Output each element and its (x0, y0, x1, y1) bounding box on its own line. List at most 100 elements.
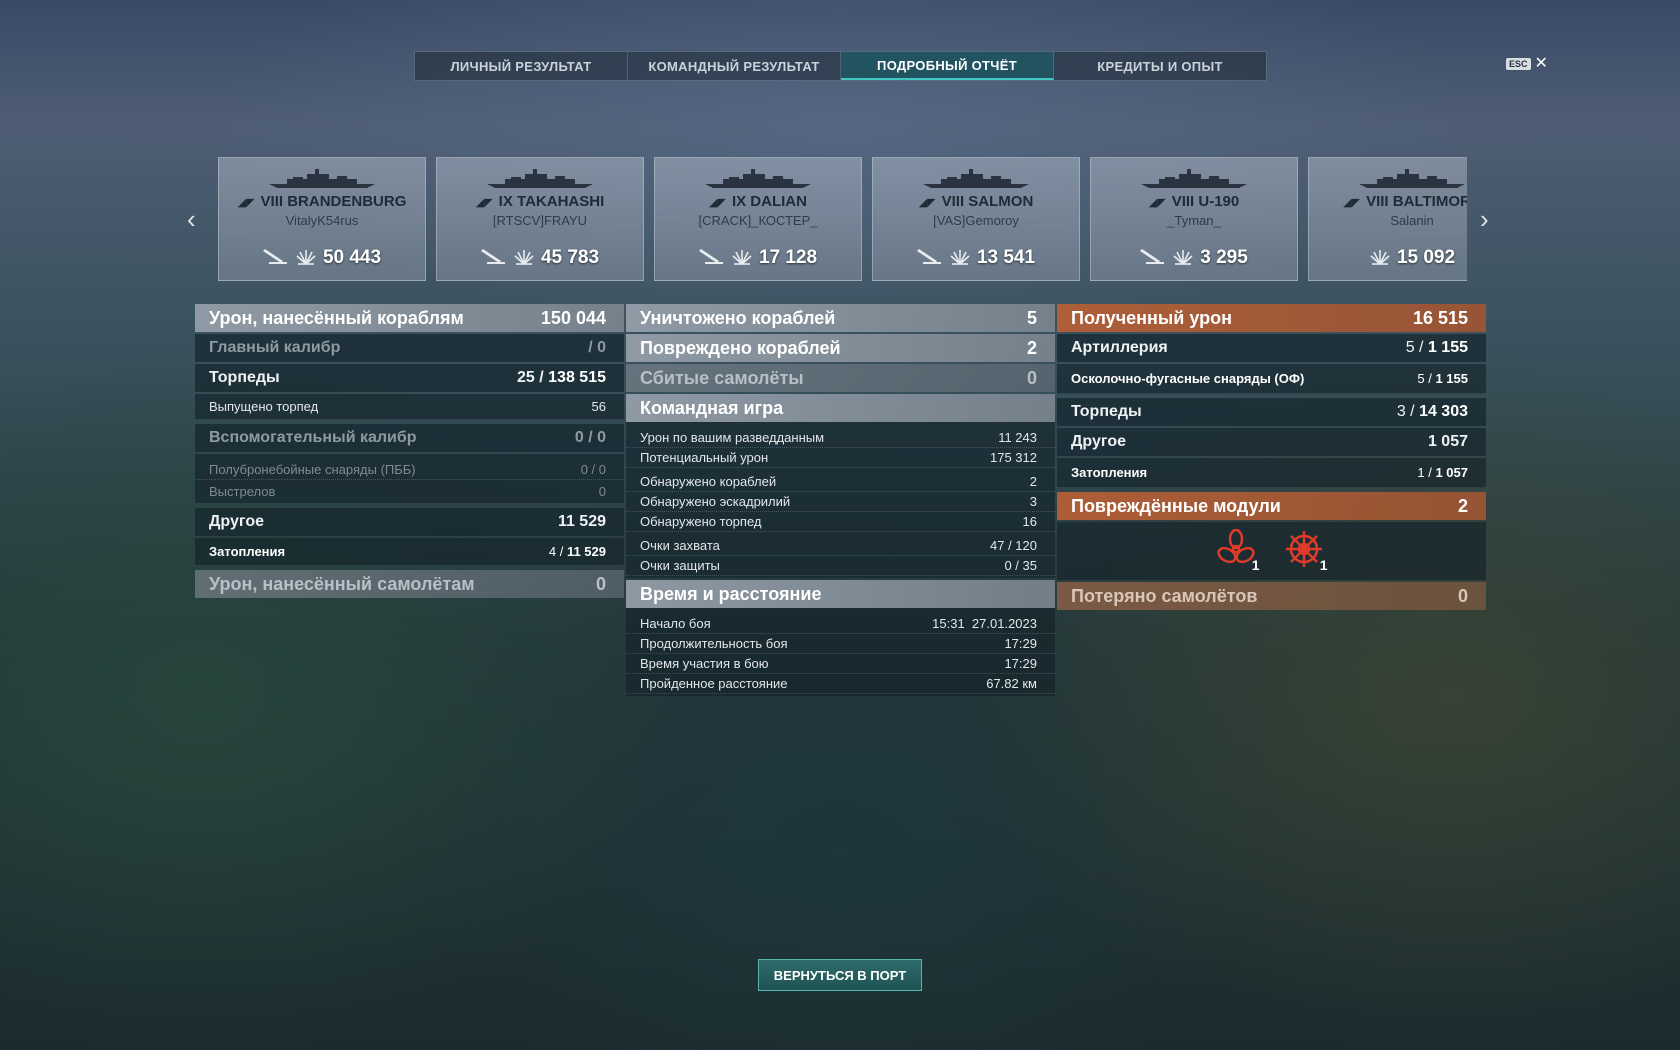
ship-damage: 17 128 (655, 244, 861, 272)
ship-silhouette-icon (921, 168, 1031, 195)
tab-personal-result[interactable]: ЛИЧНЫЙ РЕЗУЛЬТАТ (415, 52, 628, 80)
propeller-icon: 1 (1216, 528, 1260, 573)
spotting-damage-value: 11 243 (998, 430, 1037, 445)
ship-damage-value: 45 783 (540, 247, 600, 268)
modules-value: 2 (1457, 495, 1468, 516)
damage-burst-icon (1369, 244, 1391, 272)
capture-points-value: 47 / 120 (990, 538, 1037, 553)
spotted-ships-value: 2 (1029, 474, 1037, 489)
main-caliber-row: Главный калибр / 0 (195, 334, 624, 362)
secondary-row: Вспомогательный калибр 0 / 0 (195, 424, 624, 452)
damage-burst-icon (1172, 244, 1194, 272)
torpedoes-received-value: 3 / 14 303 (1397, 403, 1468, 421)
flooding-label: Затопления (209, 544, 286, 559)
ship-silhouette-icon (703, 168, 813, 195)
ap-shells-label: Полубронебойные снаряды (ПББ) (209, 462, 416, 477)
defense-points-row: Очки защиты 0 / 35 (626, 556, 1055, 576)
destroyed-label: Уничтожено кораблей (640, 307, 836, 328)
tab-team-result[interactable]: КОМАНДНЫЙ РЕЗУЛЬТАТ (628, 52, 841, 80)
carousel-next-arrow-icon[interactable]: › (1480, 206, 1489, 232)
secondary-label: Вспомогательный калибр (209, 429, 417, 446)
ship-silhouette-icon (267, 168, 377, 195)
close-button[interactable]: ESC ✕ (1506, 56, 1548, 72)
shots-label: Выстрелов (209, 484, 276, 499)
main-caliber-value: / 0 (588, 339, 606, 356)
ship-damage: 13 541 (873, 244, 1079, 272)
he-shells-count: 5 / (1417, 371, 1432, 386)
battle-duration-value: 17:29 (1004, 636, 1037, 651)
ship-card[interactable]: ◢◤ VIII U-190 _Tyman_ 3 295 (1090, 157, 1298, 281)
player-name: Salanin (1390, 213, 1434, 228)
torpedo-icon (1140, 245, 1166, 271)
he-shells-damage: 1 155 (1435, 371, 1468, 386)
spotted-squadrons-label: Обнаружено эскадрилий (640, 494, 791, 509)
spotted-torpedoes-value: 16 (1022, 514, 1037, 529)
artillery-damage: 1 155 (1427, 339, 1468, 356)
spotted-squadrons-value: 3 (1029, 494, 1037, 509)
return-to-port-button[interactable]: ВЕРНУТЬСЯ В ПОРТ (758, 959, 922, 991)
team-play-header: Командная игра (626, 394, 1055, 422)
other-label: Другое (209, 513, 264, 530)
battle-stats-column: Уничтожено кораблей 5 Повреждено корабле… (626, 304, 1055, 698)
ship-class-icon: ◢◤ (709, 197, 726, 209)
player-name: [CRACK]_КОСТЕР_ (698, 213, 818, 228)
torpedoes-fired-value: 56 (591, 399, 606, 414)
potential-damage-label: Потенциальный урон (640, 450, 769, 465)
spotted-ships-label: Обнаружено кораблей (640, 474, 777, 489)
ship-tier: VIII (1171, 193, 1195, 210)
ship-title: U-190 (1198, 193, 1240, 210)
torpedoes-row: Торпеды 25 / 138 515 (195, 364, 624, 392)
ap-shells-row: Полубронебойные снаряды (ПББ) 0 / 0 (195, 460, 624, 480)
ship-card[interactable]: ◢◤ VIII BRANDENBURG VitalyK54rus 50 443 (218, 157, 426, 281)
ship-damage-value: 15 092 (1396, 247, 1456, 268)
torpedoes-fired-row: Выпущено торпед 56 (195, 394, 624, 420)
spotted-squadrons-row: Обнаружено эскадрилий 3 (626, 492, 1055, 512)
damage-planes-value: 0 (595, 573, 606, 594)
artillery-row: Артиллерия 5 / 1 155 (1057, 334, 1486, 362)
esc-key-hint: ESC (1506, 58, 1531, 70)
ship-silhouette-icon (1357, 168, 1467, 195)
secondary-value: 0 / 0 (574, 429, 606, 446)
player-name: [RTSCV]FRAYU (492, 213, 588, 228)
ship-title: TAKAHASHI (517, 193, 605, 210)
tab-credits-xp[interactable]: КРЕДИТЫ И ОПЫТ (1054, 52, 1266, 80)
damage-burst-icon (949, 244, 971, 272)
torpedo-icon (262, 245, 289, 271)
ship-card[interactable]: ◢◤ VIII SALMON [VAS]Gemoroy 13 541 (872, 157, 1080, 281)
ship-damage: 45 783 (437, 244, 643, 272)
other-received-row: Другое 1 057 (1057, 428, 1486, 456)
ship-damage-value: 50 443 (322, 247, 382, 268)
potential-damage-row: Потенциальный урон 175 312 (626, 448, 1055, 468)
team-play-block: Урон по вашим разведданным 11 243 Потенц… (626, 422, 1055, 578)
carousel-prev-arrow-icon[interactable]: ‹ (187, 206, 196, 232)
damage-ships-value: 150 044 (540, 307, 606, 328)
ship-class-icon: ◢◤ (1148, 197, 1166, 209)
ship-title: SALMON (968, 193, 1034, 210)
ship-name: ◢◤ IX TAKAHASHI (437, 193, 643, 210)
destroyed-row: Уничтожено кораблей 5 (626, 304, 1055, 332)
artillery-value: 5 / 1 155 (1406, 339, 1468, 357)
torpedoes-count: 25 / (517, 369, 544, 386)
ship-class-icon: ◢◤ (237, 197, 255, 209)
ship-card[interactable]: ◢◤ VIII BALTIMORE Salanin 15 092 (1308, 157, 1467, 281)
ship-title: BRANDENBURG (287, 193, 407, 210)
tab-detailed-report[interactable]: ПОДРОБНЫЙ ОТЧЁТ (841, 52, 1054, 80)
torpedoes-fired-label: Выпущено торпед (209, 399, 319, 414)
time-distance-label: Время и расстояние (640, 583, 822, 604)
time-distance-header: Время и расстояние (626, 580, 1055, 608)
spotting-damage-label: Урон по вашим разведданным (640, 430, 825, 445)
ship-damage: 50 443 (219, 244, 425, 272)
ship-card[interactable]: ◢◤ IX TAKAHASHI [RTSCV]FRAYU 45 783 (436, 157, 644, 281)
ship-class-icon: ◢◤ (1343, 197, 1361, 209)
planes-shot-label: Сбитые самолёты (640, 367, 804, 388)
flooding-value: 4 / 11 529 (549, 544, 606, 559)
flooding-received-count: 1 / (1417, 465, 1432, 480)
ship-class-icon: ◢◤ (475, 197, 493, 209)
distance-label: Пройденное расстояние (640, 676, 788, 691)
ship-card[interactable]: ◢◤ IX DALIAN [CRACK]_КОСТЕР_ 17 128 (654, 157, 862, 281)
received-value: 16 515 (1412, 307, 1468, 328)
modules-header: Повреждённые модули 2 (1057, 492, 1486, 520)
spotting-damage-row: Урон по вашим разведданным 11 243 (626, 428, 1055, 448)
received-header: Полученный урон 16 515 (1057, 304, 1486, 332)
other-received-label: Другое (1071, 433, 1126, 450)
